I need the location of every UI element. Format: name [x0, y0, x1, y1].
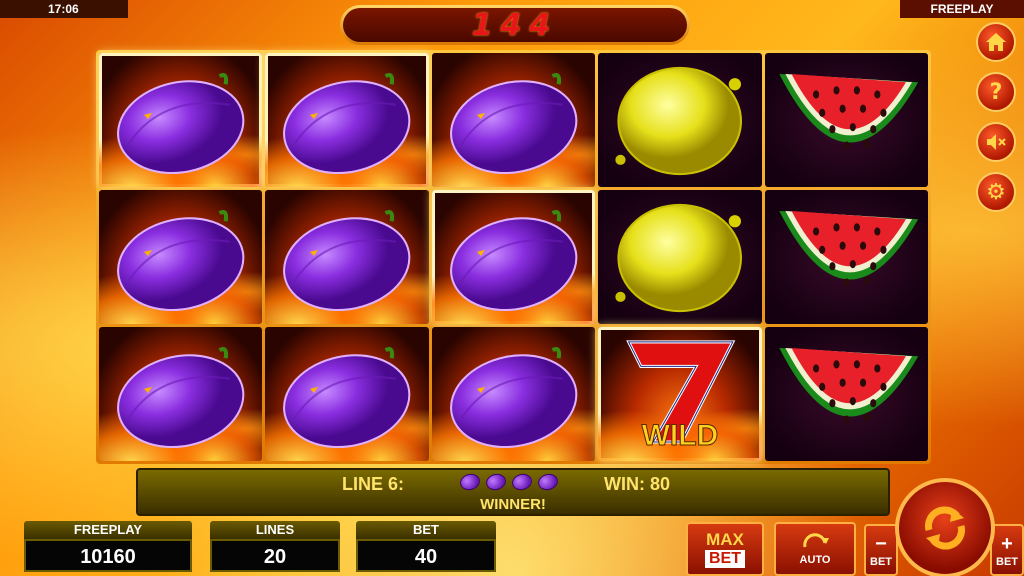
- spin-icon: [925, 506, 965, 550]
- plum-symbol: [449, 347, 578, 449]
- home-button[interactable]: [976, 22, 1016, 62]
- max-bet-line2: BET: [705, 550, 745, 568]
- plum-symbol: [117, 347, 245, 449]
- help-icon: ?: [989, 79, 1003, 105]
- reel-cell: [99, 327, 263, 461]
- auto-button[interactable]: AUTO: [774, 522, 856, 576]
- reel-1: [99, 53, 263, 461]
- reel-cell: [598, 190, 762, 324]
- line-label: LINE 6:: [342, 474, 405, 494]
- bet-value: 40: [356, 539, 496, 572]
- win-info-bar: LINE 6: WIN: 80 WINNER!: [136, 468, 890, 516]
- line-plum-icon: [458, 471, 482, 493]
- sound-off-icon: [987, 134, 1006, 150]
- reel-cell: [265, 53, 429, 187]
- reel-cell: WILD: [598, 327, 762, 461]
- bet-label: BET: [356, 521, 496, 539]
- wild-label: WILD: [641, 419, 719, 453]
- plum-symbol: [283, 73, 411, 175]
- bet-plus-sign: +: [1001, 532, 1013, 555]
- line-plum-icon: [510, 471, 534, 493]
- reel-cell: [431, 190, 596, 324]
- lines-value: 20: [210, 539, 340, 572]
- bet-stat: BET 40: [356, 521, 496, 576]
- spin-button[interactable]: [895, 478, 995, 576]
- bet-minus-sign: −: [875, 532, 887, 555]
- reel-5: [764, 53, 929, 461]
- line-plum-icon: [484, 471, 508, 493]
- bet-minus-label: BET: [870, 555, 892, 568]
- max-bet-line1: MAX: [706, 530, 744, 549]
- sound-button[interactable]: [976, 122, 1016, 162]
- max-bet-button[interactable]: MAX BET: [686, 522, 764, 576]
- plum-symbol: [449, 210, 578, 312]
- winner-text: WINNER!: [480, 496, 546, 513]
- plum-symbol: [117, 210, 245, 312]
- freeplay-value: 10160: [24, 539, 192, 572]
- freeplay-label: FREEPLAY: [24, 521, 192, 539]
- total-win-display: 144: [340, 5, 690, 45]
- plum-symbol: [283, 210, 411, 312]
- reel-cell: [99, 190, 263, 324]
- line-symbols: [458, 471, 560, 493]
- bet-plus-label: BET: [996, 555, 1018, 568]
- line-win: WIN: 80: [604, 474, 671, 494]
- reel-cell: [764, 190, 929, 324]
- reel-4: WILD: [598, 53, 762, 461]
- reel-cell: [431, 327, 596, 461]
- plum-symbol: [449, 73, 578, 175]
- reel-cell: [764, 327, 929, 461]
- help-button[interactable]: ?: [976, 72, 1016, 112]
- reel-cell: [99, 53, 263, 187]
- reel-3: [431, 53, 596, 461]
- total-win-value: 144: [343, 8, 687, 43]
- bet-plus-button[interactable]: + BET: [990, 524, 1024, 576]
- status-time: 17:06: [0, 0, 128, 18]
- reel-cell: [431, 53, 596, 187]
- watermelon-symbol: [778, 211, 918, 287]
- settings-icon: ⚙: [986, 179, 1006, 205]
- lemon-symbol: [615, 66, 743, 176]
- bet-minus-button[interactable]: − BET: [864, 524, 898, 576]
- home-icon: [986, 33, 1006, 51]
- reel-cell: [265, 190, 429, 324]
- plum-symbol: [283, 347, 411, 449]
- watermelon-symbol: [778, 74, 918, 150]
- auto-icon: [803, 533, 829, 548]
- reel-cell: [265, 327, 429, 461]
- auto-label: AUTO: [799, 554, 831, 566]
- reel-2: [265, 53, 429, 461]
- status-mode: FREEPLAY: [900, 0, 1024, 18]
- settings-button[interactable]: ⚙: [976, 172, 1016, 212]
- watermelon-symbol: [778, 348, 918, 424]
- freeplay-stat: FREEPLAY 10160: [24, 521, 192, 576]
- reel-cell: [598, 53, 762, 187]
- lines-stat: LINES 20: [210, 521, 340, 576]
- line-plum-icon: [536, 471, 560, 493]
- lemon-symbol: [615, 203, 743, 313]
- plum-symbol: [117, 73, 245, 175]
- reel-area: WILD: [96, 50, 931, 464]
- reel-cell: [764, 53, 929, 187]
- lines-label: LINES: [210, 521, 340, 539]
